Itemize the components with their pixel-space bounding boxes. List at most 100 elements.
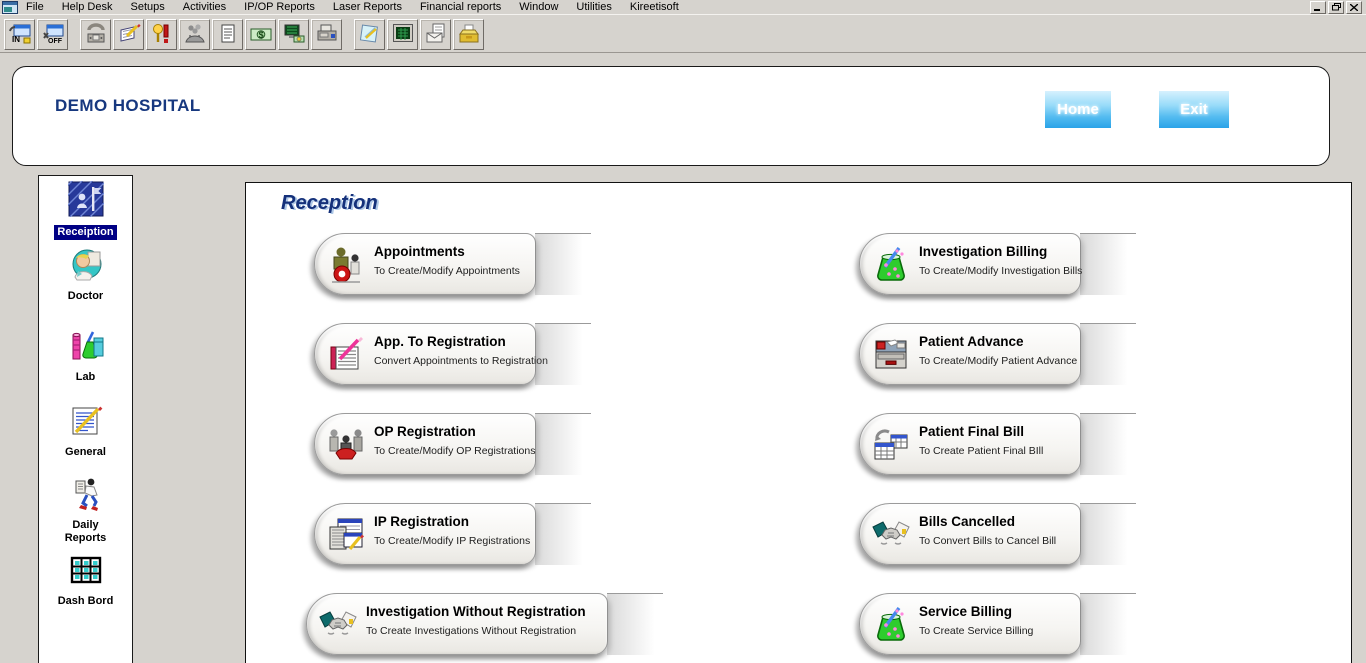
reception-panel: Reception Appointments To Create/Modify … [245,182,1352,663]
launch-title: Patient Final Bill [919,424,1024,439]
handshake-icon [871,515,911,555]
launch-title: Appointments [374,244,465,259]
module-sidebar: Receiption Doctor Lab General Daily Repo [38,175,133,663]
menu-kireetisoft[interactable]: Kireetisoft [621,1,688,14]
launch-title: App. To Registration [374,334,506,349]
menu-file[interactable]: File [19,1,53,14]
minimize-button[interactable] [1310,1,1326,14]
lab-flasks-icon [68,328,104,364]
cash-bill-icon[interactable]: $ [245,19,276,50]
dashboard-grid-icon [68,552,104,588]
launch-patient-advance[interactable]: Patient Advance To Create/Modify Patient… [859,323,1081,385]
sidebar-item-lab[interactable]: Lab [39,328,132,384]
beaker-icon [871,245,911,285]
launch-subtitle: To Create/Modify Appointments [374,265,520,277]
letter-envelope-icon[interactable] [420,19,451,50]
menu-bar: File Help Desk Setups Activities IP/OP R… [0,0,1366,15]
menu-activities[interactable]: Activities [174,1,235,14]
svg-text:$: $ [258,30,263,40]
window-controls [1310,1,1362,14]
launch-op-registration[interactable]: OP Registration To Create/Modify OP Regi… [314,413,536,475]
form-window-icon [2,1,19,14]
notepad-icon[interactable] [354,19,385,50]
menu-ipop-reports[interactable]: IP/OP Reports [235,1,324,14]
home-button[interactable]: Home [1045,91,1111,128]
menu-financial-reports[interactable]: Financial reports [411,1,510,14]
telephone-icon[interactable] [80,19,111,50]
sidebar-label-lab: Lab [39,371,132,384]
launch-title: Investigation Without Registration [366,604,586,619]
launch-appointments[interactable]: Appointments To Create/Modify Appointmen… [314,233,536,295]
svg-text:OFF: OFF [48,38,63,45]
pushpin-alert-icon[interactable] [146,19,177,50]
launch-subtitle: To Create/Modify IP Registrations [374,535,530,547]
launch-subtitle: Convert Appointments to Registration [374,355,548,367]
sidebar-item-general[interactable]: General [39,403,132,459]
launch-patient-final-bill[interactable]: Patient Final Bill To Create Patient Fin… [859,413,1081,475]
appointment-note-icon[interactable] [113,19,144,50]
launch-subtitle: To Create/Modify Investigation Bills [919,265,1082,277]
launch-subtitle: To Create/Modify Patient Advance [919,355,1077,367]
people-group-icon [326,425,366,465]
sidebar-label-reception: Receiption [54,225,116,240]
svg-text:IN: IN [12,35,20,44]
monitor-screen-icon[interactable] [387,19,418,50]
launch-bills-cancelled[interactable]: Bills Cancelled To Convert Bills to Canc… [859,503,1081,565]
appointments-people-icon [326,245,366,285]
sidebar-item-doctor[interactable]: Doctor [39,247,132,303]
menu-items: File Help Desk Setups Activities IP/OP R… [19,0,688,15]
launch-service-billing[interactable]: Service Billing To Create Service Billin… [859,593,1081,655]
launch-title: OP Registration [374,424,476,439]
launch-subtitle: To Create Investigations Without Registr… [366,625,576,637]
sidebar-label-doctor: Doctor [39,290,132,303]
sidebar-item-dash-bord[interactable]: Dash Bord [39,552,132,608]
toolbar: IN OFF $ [0,16,1366,53]
sidebar-label-daily-reports: Daily Reports [55,519,117,545]
hospital-header: DEMO HOSPITAL Home Exit [12,66,1330,166]
reception-desk-icon [68,181,104,217]
notepad-pencil-icon [68,403,104,439]
launch-title: Service Billing [919,604,1012,619]
restore-button[interactable] [1328,1,1344,14]
login-in-icon[interactable]: IN [4,19,35,50]
book-pencil-icon [326,335,366,375]
hospital-title: DEMO HOSPITAL [55,96,201,116]
exit-button[interactable]: Exit [1159,91,1229,128]
menu-window[interactable]: Window [510,1,567,14]
logout-off-icon[interactable]: OFF [37,19,68,50]
doctor-icon [68,247,104,283]
launch-subtitle: To Create Patient Final BIll [919,445,1043,457]
card-file-icon[interactable] [453,19,484,50]
launch-ip-registration[interactable]: IP Registration To Create/Modify IP Regi… [314,503,536,565]
sidebar-label-dash-bord: Dash Bord [39,595,132,608]
sidebar-item-reception[interactable]: Receiption [39,181,132,240]
handshake-icon [318,605,358,645]
tables-arrow-icon [871,425,911,465]
launch-subtitle: To Convert Bills to Cancel Bill [919,535,1056,547]
beaker-icon [871,605,911,645]
document-list-icon[interactable] [212,19,243,50]
menu-laser-reports[interactable]: Laser Reports [324,1,411,14]
launch-title: Bills Cancelled [919,514,1015,529]
runner-report-icon [68,476,104,512]
fax-machine-icon[interactable] [311,19,342,50]
close-button[interactable] [1346,1,1362,14]
launch-app-to-registration[interactable]: App. To Registration Convert Appointment… [314,323,536,385]
launch-title: Patient Advance [919,334,1024,349]
launch-title: Investigation Billing [919,244,1047,259]
menu-setups[interactable]: Setups [121,1,173,14]
computer-billing-icon[interactable] [278,19,309,50]
sidebar-item-daily-reports[interactable]: Daily Reports [39,476,132,545]
cash-drawer-icon [871,335,911,375]
panel-heading: Reception [281,192,378,215]
launch-investigation-billing[interactable]: Investigation Billing To Create/Modify I… [859,233,1081,295]
menu-utilities[interactable]: Utilities [567,1,620,14]
launch-investigation-without-registration[interactable]: Investigation Without Registration To Cr… [306,593,608,655]
forms-pencil-icon [326,515,366,555]
patients-group-icon[interactable] [179,19,210,50]
launch-subtitle: To Create Service Billing [919,625,1033,637]
menu-help-desk[interactable]: Help Desk [53,1,122,14]
launch-title: IP Registration [374,514,469,529]
sidebar-label-general: General [39,446,132,459]
application-window: File Help Desk Setups Activities IP/OP R… [0,0,1366,663]
